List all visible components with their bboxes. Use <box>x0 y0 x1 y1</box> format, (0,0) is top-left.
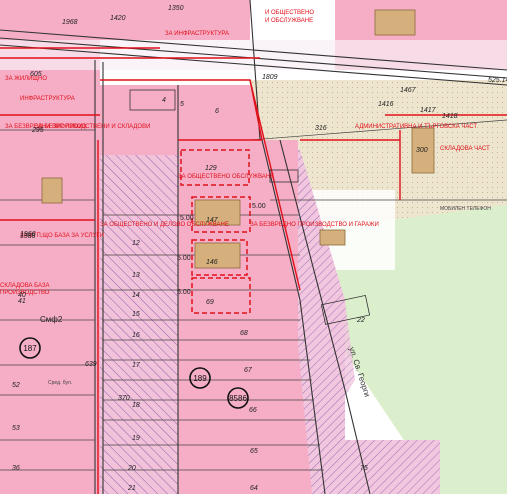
pink-zone-left <box>0 0 100 494</box>
parcel-number: 65 <box>250 448 258 455</box>
parcel-number: 20 <box>127 465 136 472</box>
parcel-number: 68 <box>240 330 248 337</box>
label-mobile: МОБИЛЕН ТЕЛЕФОН <box>440 206 491 212</box>
parcel-number: 146 <box>206 259 218 266</box>
dim-4: 5.00 <box>252 203 266 210</box>
parcel-number: 295 <box>31 127 44 134</box>
dim-3: 5.00 <box>177 289 191 296</box>
label-top-red-1: ИНФРАСТРУКТУРА <box>20 96 75 102</box>
parcel-number: 67 <box>244 367 253 374</box>
parcel-number: 15 <box>132 311 140 318</box>
parcel-number: 1809 <box>262 74 278 81</box>
parcel-number: 1988 <box>20 233 36 240</box>
label-street-2: Сред. бул. <box>48 380 72 386</box>
parcel-number: 1467 <box>400 87 417 94</box>
parcel-number: 41 <box>18 298 26 305</box>
label-top-right-3: И ОБСЛУЖВАНЕ <box>265 18 313 24</box>
parcel-number: 69 <box>206 299 214 306</box>
parcel-number: 639 <box>85 361 97 368</box>
parcel-number: 66 <box>249 407 257 414</box>
parcel-number: 1968 <box>62 19 78 26</box>
circled-number: 187 <box>23 344 37 353</box>
parcel-number: 5 <box>180 101 184 108</box>
parcel-number: 64 <box>250 485 258 492</box>
parcel-number: 19 <box>132 435 140 442</box>
parcel-number: 370 <box>118 395 130 402</box>
cadastral-map: ИНФРАСТРУКТУРА ЗА БЕЗВРЕДНИ ПРОИЗВОДСТВЕ… <box>0 0 507 494</box>
label-right-red-1: АДМИНИСТРАТИВНА И ТЪРГОВСКА ЧАСТ <box>355 124 477 130</box>
label-left-red-4: СКЛАДОВА БАЗА <box>0 283 50 289</box>
label-right-red-2: СКЛАДОВА ЧАСТ <box>440 146 490 152</box>
parcel-number: 4 <box>162 97 166 104</box>
parcel-number: 605 <box>30 71 42 78</box>
parcel-number: 18 <box>132 402 140 409</box>
parcel-number: 14 <box>132 292 140 299</box>
label-mid-red-1: ЗА ОБЩЕСТВЕНО ОБСЛУЖВАНЕ <box>178 174 274 180</box>
dim-1: 5.00 <box>180 215 194 222</box>
parcel-number: 36 <box>12 465 20 472</box>
label-top-right-1: ЗА ИНФРАСТРУКТУРА <box>165 31 229 37</box>
parcel-number: 12 <box>132 240 140 247</box>
parcel-number: 525.14 <box>488 77 507 84</box>
parcel-number: 52 <box>12 382 20 389</box>
parcel-number: 1418 <box>442 113 458 120</box>
parcel-number: 300 <box>416 147 428 154</box>
building-mid <box>319 229 346 246</box>
hatched-strip-a <box>100 155 178 494</box>
parcel-number: 75 <box>360 465 368 472</box>
parcel-number: 316 <box>315 125 327 132</box>
label-smf: Смф2 <box>40 315 63 324</box>
dim-2: 5.00 <box>177 255 191 262</box>
parcel-number: 13 <box>132 272 140 279</box>
parcel-number: 53 <box>12 425 20 432</box>
building-left <box>41 177 63 204</box>
parcel-number: 1417 <box>420 107 437 114</box>
pink-center-block <box>178 140 298 494</box>
parcel-number: 1350 <box>168 5 184 12</box>
parcel-number: 17 <box>132 362 141 369</box>
parcel-number: 22 <box>356 317 365 324</box>
label-mid-red-3: ЗА БЕЗВРЕДНО ПРОИЗВОДСТВО И ГАРАЖИ <box>250 222 379 228</box>
parcel-number: 129 <box>205 165 217 172</box>
parcel-number: 147 <box>206 217 219 224</box>
circled-number: 8586 <box>229 394 247 403</box>
parcel-number: 21 <box>127 485 136 492</box>
parcel-number: 1420 <box>110 15 126 22</box>
circled-number: 189 <box>193 374 207 383</box>
parcel-number: 6 <box>215 108 219 115</box>
building-top <box>374 9 416 36</box>
parcel-number: 1416 <box>378 101 394 108</box>
label-top-right-2: И ОБЩЕСТВЕНО <box>265 10 314 16</box>
parcel-number: 16 <box>132 332 140 339</box>
